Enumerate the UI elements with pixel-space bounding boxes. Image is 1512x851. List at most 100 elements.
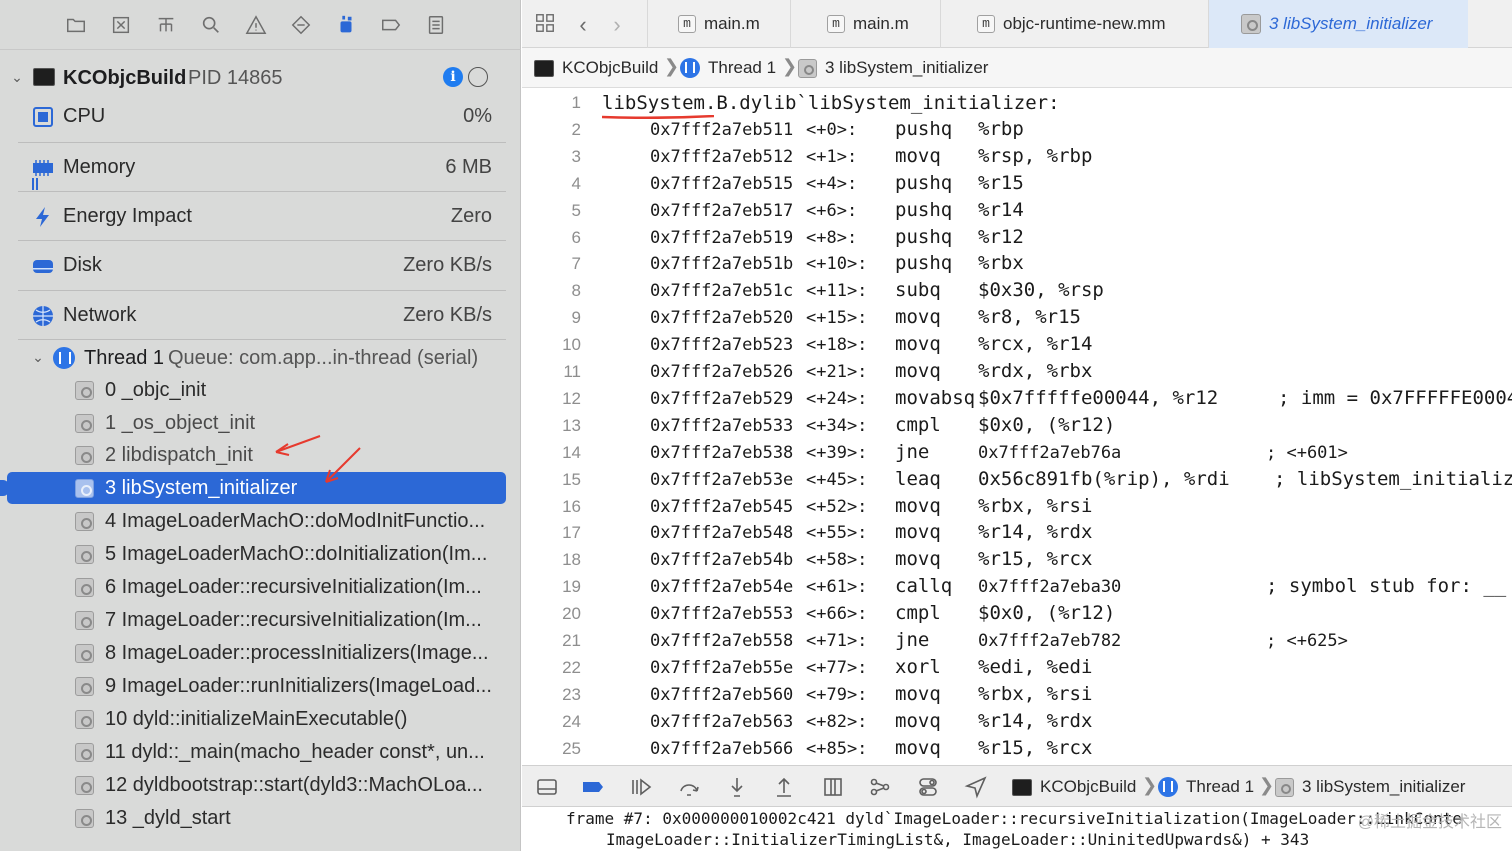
chevron-right-icon: ❯ <box>1142 775 1158 795</box>
stack-frame-selected[interactable]: 3 libSystem_initializer <box>0 472 521 504</box>
stack-frame[interactable]: 2 libdispatch_init <box>0 439 521 471</box>
tab-objc-runtime-new[interactable]: m objc-runtime-new.mm <box>940 0 1208 48</box>
source-control-icon[interactable] <box>108 12 134 38</box>
hierarchy-icon[interactable] <box>153 12 179 38</box>
tab-main-m[interactable]: m main.m <box>647 0 790 48</box>
instruction-mnemonic: movq <box>895 360 941 382</box>
debug-navigator-icon[interactable] <box>333 12 359 38</box>
tab-main-m-2[interactable]: m main.m <box>790 0 940 48</box>
tab-libsystem-initializer[interactable]: 3 libSystem_initializer <box>1208 0 1468 48</box>
debugbar-frame[interactable]: 3 libSystem_initializer <box>1275 776 1465 798</box>
thread-queue: Queue: com.app...in-thread (serial) <box>168 347 479 369</box>
test-diamond-icon[interactable] <box>288 12 314 38</box>
gauge-memory[interactable]: Memory 6 MB <box>18 142 506 190</box>
instruction-operands: $0x0, (%r12) <box>978 413 1116 436</box>
instruction-mnemonic: leaq <box>895 467 941 490</box>
stack-frame[interactable]: 0 _objc_init <box>0 374 521 406</box>
debug-bar: KCObjcBuild ❯ Thread 1 ❯ 3 libSystem_ini… <box>522 765 1512 807</box>
stack-frame[interactable]: 8 ImageLoader::processInitializers(Image… <box>0 637 521 669</box>
instruction-mnemonic: jne <box>895 440 930 463</box>
instruction-mnemonic: pushq <box>895 198 953 221</box>
grid-icon[interactable] <box>532 12 558 38</box>
tab-bar: ‹ › m main.m m main.m m objc-runtime-new.mm… <box>522 0 1512 48</box>
jumpbar-frame[interactable]: 3 libSystem_initializer <box>798 57 988 79</box>
breakpoint-icon[interactable] <box>378 12 404 38</box>
view-hierarchy-icon[interactable] <box>820 775 846 799</box>
instruction-offset: <+8>: <box>806 227 858 248</box>
line-number: 3 <box>571 146 581 166</box>
debugbar-process[interactable]: KCObjcBuild <box>1012 776 1136 798</box>
continue-icon[interactable] <box>628 775 654 799</box>
disassembly-view[interactable]: 1 libSystem.B.dylib`libSystem_initialize… <box>522 89 1512 765</box>
debug-console[interactable]: frame #7: 0x000000010002c421 dyld`ImageL… <box>522 808 1512 851</box>
gear-icon <box>798 58 817 78</box>
breakpoints-toggle-icon[interactable] <box>580 775 606 799</box>
search-icon[interactable] <box>198 12 224 38</box>
stack-frame[interactable]: 10 dyld::initializeMainExecutable() <box>0 703 521 735</box>
process-pid: PID 14865 <box>188 67 283 89</box>
back-icon[interactable]: ‹ <box>570 12 596 38</box>
instruction-offset: <+66>: <box>806 604 868 625</box>
instruction-mnemonic: pushq <box>895 252 953 275</box>
code-line: 25 0x7fff2a7eb566 <+85>: movq %r15, %rcx <box>522 737 1512 764</box>
stack-frame[interactable]: 6 ImageLoader::recursiveInitialization(I… <box>0 571 521 603</box>
info-icon[interactable]: i <box>443 67 463 87</box>
stack-frame[interactable]: 4 ImageLoaderMachO::doModInitFunctio... <box>0 505 521 537</box>
warning-icon[interactable] <box>243 12 269 38</box>
threads-icon[interactable] <box>468 67 488 87</box>
thread-row[interactable]: ⌄ Thread 1 Queue: com.app...in-thread (s… <box>0 342 521 374</box>
stack-frame[interactable]: 12 dyldbootstrap::start(dyld3::MachOLoa.… <box>0 769 521 801</box>
step-out-icon[interactable] <box>771 775 797 799</box>
objc-file-icon: m <box>678 15 696 33</box>
frame-label: 2 libdispatch_init <box>105 444 253 466</box>
frame-gear-icon <box>75 644 94 663</box>
instruction-comment: ; symbol stub for: __ <box>1266 575 1507 598</box>
gauge-energy[interactable]: Energy Impact Zero <box>18 191 506 239</box>
stack-frame[interactable]: 11 dyld::_main(macho_header const*, un..… <box>0 736 521 768</box>
folder-icon[interactable] <box>63 12 89 38</box>
instruction-mnemonic: callq <box>895 575 953 598</box>
gauge-cpu[interactable]: CPU 0% <box>18 92 506 140</box>
stack-frame[interactable]: 9 ImageLoader::runInitializers(ImageLoad… <box>0 670 521 702</box>
environment-overrides-icon[interactable] <box>915 775 941 799</box>
instruction-operands: %rbx <box>978 252 1024 275</box>
frame-label: 13 _dyld_start <box>105 807 231 829</box>
chevron-down-icon[interactable]: ⌄ <box>10 70 24 84</box>
stack-frame[interactable]: 5 ImageLoaderMachO::doInitialization(Im.… <box>0 538 521 570</box>
hide-console-icon[interactable] <box>534 775 560 799</box>
instruction-operands: $0x7fffffe00044, %r12 <box>978 386 1219 409</box>
frame-gear-icon <box>75 710 94 729</box>
stack-frame[interactable]: 1 _os_object_init <box>0 407 521 439</box>
debugbar-thread[interactable]: Thread 1 <box>1158 776 1254 798</box>
instruction-offset: <+6>: <box>806 200 858 221</box>
code-line: 4 0x7fff2a7eb515 <+4>: pushq %r15 <box>522 172 1512 199</box>
step-into-icon[interactable] <box>724 775 750 799</box>
frame-gear-icon <box>75 545 94 564</box>
objc-file-icon: m <box>977 15 995 33</box>
instruction-address: 0x7fff2a7eb545 <box>650 496 794 517</box>
stack-frame[interactable]: 7 ImageLoader::recursiveInitialization(I… <box>0 604 521 636</box>
step-over-icon[interactable] <box>676 775 702 799</box>
line-number: 7 <box>571 254 581 274</box>
jumpbar-thread[interactable]: Thread 1 <box>680 57 776 79</box>
process-row[interactable]: ⌄ KCObjcBuild PID 14865 i <box>0 62 521 94</box>
chevron-down-icon[interactable]: ⌄ <box>31 350 45 364</box>
line-number: 8 <box>571 281 581 301</box>
instruction-comment: ; <+601> <box>1266 442 1348 463</box>
jumpbar-process[interactable]: KCObjcBuild <box>534 57 658 79</box>
editor: ‹ › m main.m m main.m m objc-runtime-new.mm… <box>522 0 1512 851</box>
gauge-network[interactable]: Network Zero KB/s <box>18 290 506 338</box>
code-line: 22 0x7fff2a7eb55e <+77>: xorl %edi, %edi <box>522 656 1512 683</box>
forward-icon[interactable]: › <box>604 12 630 38</box>
stack-frame[interactable]: 13 _dyld_start <box>0 802 521 834</box>
instruction-operands: %rbx, %rsi <box>978 494 1093 517</box>
thread-icon <box>680 58 700 78</box>
code-line: 20 0x7fff2a7eb553 <+66>: cmpl $0x0, (%r12) <box>522 602 1512 629</box>
frame-label: 3 libSystem_initializer <box>105 477 298 499</box>
debug-navigator: ⌄ KCObjcBuild PID 14865 i CPU 0% Memory … <box>0 0 521 851</box>
memory-graph-icon[interactable] <box>867 775 893 799</box>
gauge-disk[interactable]: Disk Zero KB/s <box>18 240 506 288</box>
location-icon[interactable] <box>963 775 989 799</box>
gauge-value: Zero <box>450 205 492 227</box>
report-icon[interactable] <box>423 12 449 38</box>
